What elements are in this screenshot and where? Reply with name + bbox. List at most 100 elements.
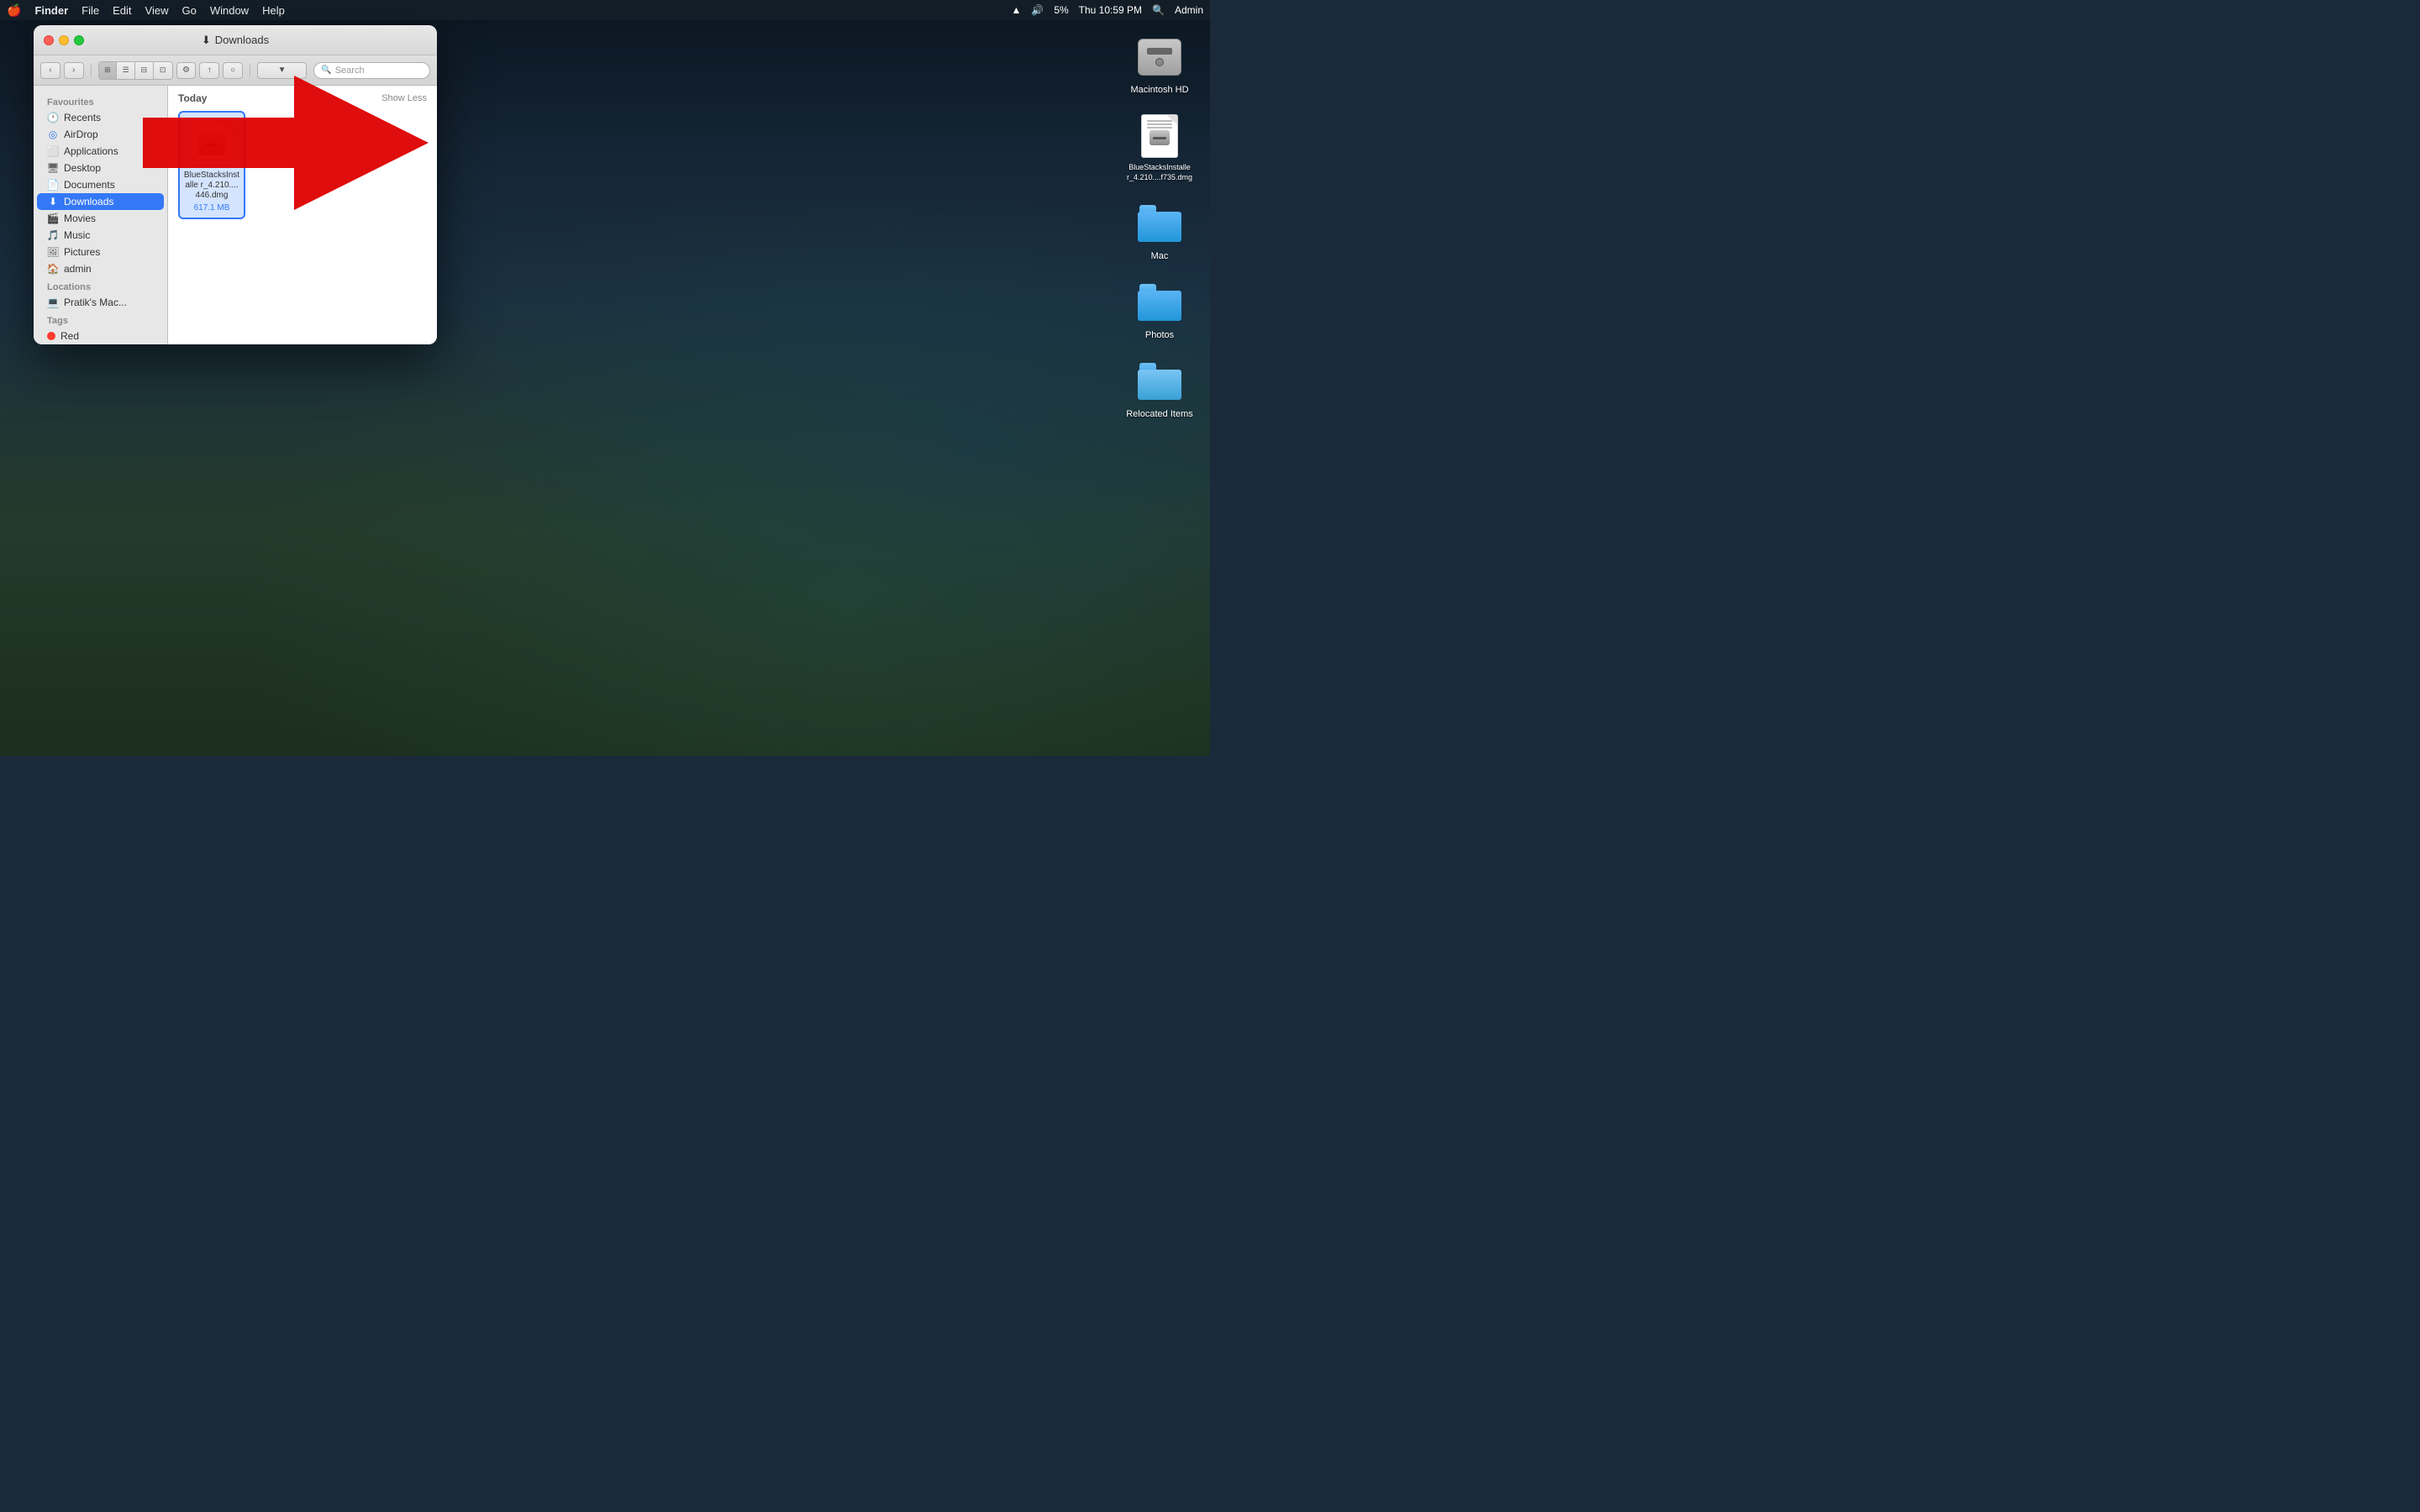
sidebar: Favourites 🕐 Recents ◎ AirDrop ⬜ Applica… [34, 86, 168, 344]
menubar-time: Thu 10:59 PM [1079, 4, 1142, 16]
applications-icon: ⬜ [47, 145, 59, 157]
doc-lines [1147, 120, 1172, 152]
forward-icon: › [72, 66, 75, 75]
recents-icon: 🕐 [47, 112, 59, 123]
show-less-button[interactable]: Show Less [381, 93, 427, 103]
list-view-button[interactable]: ☰ [117, 62, 135, 79]
search-icon: 🔍 [321, 66, 331, 75]
desktop-icon-photos[interactable]: Photos [1126, 279, 1193, 341]
back-button[interactable]: ‹ [40, 62, 60, 79]
sidebar-desktop-label: Desktop [64, 162, 101, 174]
tag-icon: ○ [230, 66, 235, 75]
menubar-left: 🍎 Finder File Edit View Go Window Help [7, 3, 285, 18]
sidebar-item-pictures[interactable]: 🖼 Pictures [37, 244, 164, 260]
icon-view-button[interactable]: ⊞ [99, 62, 118, 79]
menubar-spotlight-icon[interactable]: 🔍 [1152, 4, 1165, 16]
menubar-window[interactable]: Window [210, 4, 249, 17]
sidebar-item-desktop[interactable]: 🖥 Desktop [37, 160, 164, 176]
sidebar-recents-label: Recents [64, 112, 101, 123]
movies-icon: 🎬 [47, 213, 59, 224]
sidebar-item-downloads[interactable]: ⬇ Downloads [37, 193, 164, 210]
gallery-view-button[interactable]: ⊡ [154, 62, 172, 79]
airdrop-icon: ◎ [47, 129, 59, 140]
menubar: 🍎 Finder File Edit View Go Window Help ▲… [0, 0, 1210, 20]
mac-folder-icon [1136, 200, 1183, 247]
action-button[interactable]: ⚙ [176, 62, 197, 79]
gear-icon: ⚙ [182, 66, 190, 75]
desktop-icon-macintosh-hd[interactable]: Macintosh HD [1126, 34, 1193, 96]
sidebar-item-applications[interactable]: ⬜ Applications [37, 143, 164, 160]
relocated-folder-icon [1136, 358, 1183, 405]
sidebar-item-airdrop[interactable]: ◎ AirDrop [37, 126, 164, 143]
folder-body [1138, 212, 1181, 242]
menubar-wifi-icon: ▲ [1011, 4, 1021, 16]
sidebar-item-documents[interactable]: 📄 Documents [37, 176, 164, 193]
sidebar-locations-label: Locations [34, 277, 167, 294]
desktop-icon-bluestacks[interactable]: BlueStacksInstaller_4.210....f735.dmg [1126, 113, 1193, 182]
macintosh-hd-icon [1136, 34, 1183, 81]
music-icon: 🎵 [47, 229, 59, 241]
photos-folder-icon [1136, 279, 1183, 326]
view-buttons: ⊞ ☰ ⊟ ⊡ [98, 61, 173, 80]
disk-icon-shape [198, 134, 225, 155]
bluestacks-icon [1136, 113, 1183, 160]
documents-icon: 📄 [47, 179, 59, 191]
share-button[interactable]: ↑ [199, 62, 219, 79]
tag-button[interactable]: ○ [223, 62, 243, 79]
menubar-go[interactable]: Go [182, 4, 196, 17]
sidebar-airdrop-label: AirDrop [64, 129, 98, 140]
menubar-edit[interactable]: Edit [113, 4, 131, 17]
sidebar-applications-label: Applications [64, 145, 118, 157]
sidebar-item-admin[interactable]: 🏠 admin [37, 260, 164, 277]
menubar-file[interactable]: File [82, 4, 99, 17]
sidebar-movies-label: Movies [64, 213, 96, 224]
sidebar-item-movies[interactable]: 🎬 Movies [37, 210, 164, 227]
file-item-bluestacks[interactable]: BlueStacksInstalle r_4.210....446.dmg 61… [178, 111, 245, 219]
bluestacks-doc-icon [1141, 114, 1178, 158]
sidebar-favourites-label: Favourites [34, 92, 167, 109]
bluestacks-file-size: 617.1 MB [194, 203, 230, 213]
menubar-help[interactable]: Help [262, 4, 285, 17]
sidebar-pratiks-mac-label: Pratik's Mac... [64, 297, 127, 308]
sidebar-item-pratiks-mac[interactable]: 💻 Pratik's Mac... [37, 294, 164, 311]
finder-body: Favourites 🕐 Recents ◎ AirDrop ⬜ Applica… [34, 86, 437, 344]
traffic-lights [44, 35, 84, 45]
path-button[interactable]: ▼ [257, 62, 307, 79]
doc-line-2 [1147, 123, 1172, 125]
toolbar: ‹ › ⊞ ☰ ⊟ ⊡ ⚙ ↑ ○ ▼ 🔍 Search [34, 55, 437, 86]
doc-line-1 [1147, 120, 1172, 122]
column-view-button[interactable]: ⊟ [135, 62, 154, 79]
sidebar-documents-label: Documents [64, 179, 115, 191]
menubar-app-name[interactable]: Finder [34, 4, 68, 17]
menubar-view[interactable]: View [145, 4, 169, 17]
menubar-battery: 5% [1054, 4, 1068, 16]
menubar-right: ▲ 🔊 5% Thu 10:59 PM 🔍 Admin [1011, 4, 1203, 16]
window-title: ⬇ Downloads [202, 34, 269, 47]
toolbar-separator-1 [91, 64, 92, 77]
close-button[interactable] [44, 35, 54, 45]
forward-button[interactable]: › [64, 62, 84, 79]
sidebar-music-label: Music [64, 229, 90, 241]
share-icon: ↑ [208, 66, 212, 75]
relocated-folder-body [1138, 370, 1181, 400]
apple-menu[interactable]: 🍎 [7, 3, 21, 18]
section-header: Today Show Less [178, 92, 427, 104]
menubar-volume-icon: 🔊 [1031, 4, 1044, 16]
search-box[interactable]: 🔍 Search [313, 62, 430, 79]
menubar-user: Admin [1175, 4, 1203, 16]
photos-folder-shape [1138, 284, 1181, 321]
minimize-button[interactable] [59, 35, 69, 45]
title-bar: ⬇ Downloads [34, 25, 437, 55]
desktop-icons: Macintosh HD BlueStacksInstaller_4.210..… [1126, 34, 1193, 421]
disk-slot [1153, 137, 1166, 139]
relocated-folder-shape [1138, 363, 1181, 400]
sidebar-item-music[interactable]: 🎵 Music [37, 227, 164, 244]
desktop-icon-relocated[interactable]: Relocated Items [1126, 358, 1193, 420]
sidebar-tag-red[interactable]: Red [37, 328, 164, 344]
photos-folder-body [1138, 291, 1181, 321]
sidebar-item-recents[interactable]: 🕐 Recents [37, 109, 164, 126]
maximize-button[interactable] [74, 35, 84, 45]
sidebar-downloads-label: Downloads [64, 196, 113, 207]
desktop-icon-mac[interactable]: Mac [1126, 200, 1193, 262]
red-tag-label: Red [60, 330, 79, 342]
